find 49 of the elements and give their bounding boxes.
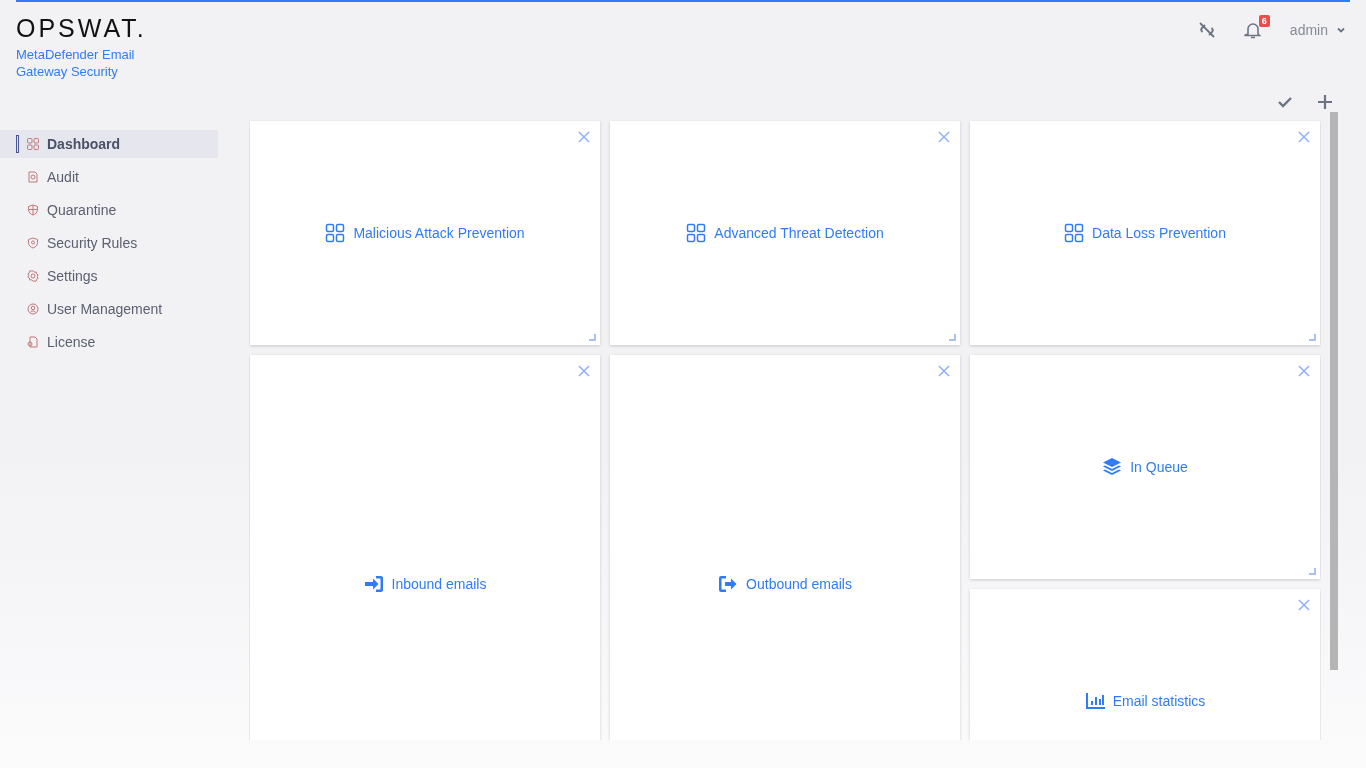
unlink-icon[interactable] <box>1197 21 1216 39</box>
document-icon <box>27 171 39 183</box>
sidebar-item[interactable]: Settings <box>0 262 218 290</box>
bar-chart-icon <box>1084 691 1105 711</box>
sign-in-icon <box>363 574 384 594</box>
notification-count: 6 <box>1258 15 1270 27</box>
shield-icon <box>27 237 39 249</box>
resize-handle[interactable] <box>1309 568 1316 575</box>
sidebar-item[interactable]: License <box>0 328 218 356</box>
notifications-button[interactable] <box>1243 21 1262 39</box>
sidebar-item[interactable]: Quarantine <box>0 196 218 224</box>
resize-handle[interactable] <box>949 334 956 341</box>
widget-title: Inbound emails <box>391 576 487 592</box>
sidebar-item[interactable]: Security Rules <box>0 229 218 257</box>
resize-handle[interactable] <box>1309 334 1316 341</box>
widget-title: Data Loss Prevention <box>1092 225 1226 241</box>
shield-icon <box>27 204 39 216</box>
grid-icon <box>27 138 39 150</box>
user-menu[interactable]: admin <box>1289 22 1346 38</box>
widget-title: Email statistics <box>1112 693 1206 709</box>
grid-icon <box>1064 223 1085 243</box>
sidebar-item[interactable]: Audit <box>0 163 218 191</box>
widget-title: In Queue <box>1130 459 1188 475</box>
settings-icon <box>27 270 39 282</box>
add-icon[interactable] <box>1318 95 1332 109</box>
sidebar-item[interactable]: User Management <box>0 295 218 323</box>
close-icon[interactable] <box>1298 365 1310 377</box>
grid-icon <box>325 223 346 243</box>
close-icon[interactable] <box>1298 131 1310 143</box>
sign-out-icon <box>718 574 739 594</box>
close-icon[interactable] <box>938 131 950 143</box>
close-icon[interactable] <box>938 365 950 377</box>
close-icon[interactable] <box>578 365 590 377</box>
widget-title: Outbound emails <box>746 576 852 592</box>
product-name: MetaDefender Email Gateway Security <box>16 46 136 80</box>
scrollbar[interactable] <box>1330 112 1338 670</box>
layers-icon <box>1102 457 1123 477</box>
user-icon <box>27 303 39 315</box>
grid-icon <box>686 223 707 243</box>
widget-title: Advanced Threat Detection <box>714 225 884 241</box>
logo-wordmark: OPSWAT. <box>16 14 148 42</box>
close-icon[interactable] <box>578 131 590 143</box>
sidebar-item[interactable]: Dashboard <box>0 130 218 158</box>
close-icon[interactable] <box>1298 599 1310 611</box>
widget-title: Malicious Attack Prevention <box>353 225 525 241</box>
check-icon[interactable] <box>1278 96 1292 108</box>
resize-handle[interactable] <box>589 334 596 341</box>
license-icon <box>27 336 39 348</box>
chevron-down-icon <box>1336 25 1346 35</box>
